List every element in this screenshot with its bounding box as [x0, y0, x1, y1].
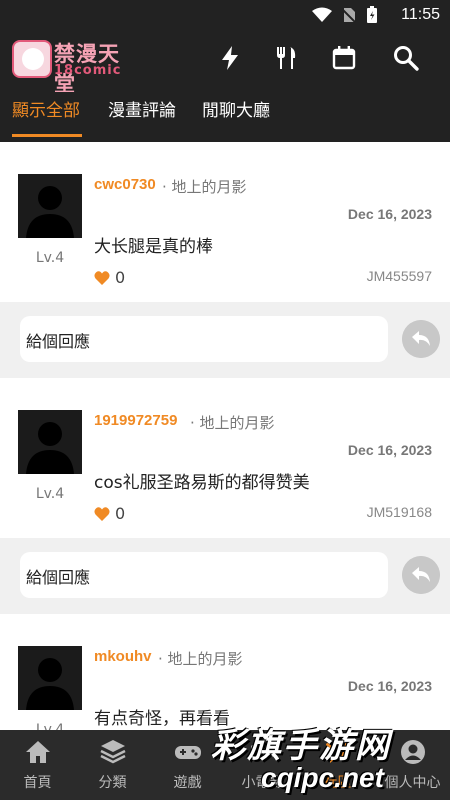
tab-comic-reviews[interactable]: 漫畫評論 — [108, 96, 176, 121]
comment-feed[interactable]: Lv.4 cwc0730 · 地上的月影 Dec 16, 2023 大长腿是真的… — [0, 142, 450, 730]
comment-card: Lv.4 mkouhv · 地上的月影 Dec 16, 2023 有点奇怪，再看… — [0, 614, 450, 730]
gamepad-icon — [175, 746, 201, 759]
user-silhouette-icon — [18, 410, 82, 474]
comment-card: Lv.4 cwc0730 · 地上的月影 Dec 16, 2023 大长腿是真的… — [0, 142, 450, 302]
comment-text: 大长腿是真的棒 — [94, 237, 213, 257]
lightning-icon[interactable] — [216, 44, 244, 72]
comment-username[interactable]: cwc0730 — [94, 176, 156, 193]
battery-icon — [367, 6, 377, 23]
nav-label: 分類 — [98, 775, 127, 791]
layers-icon — [100, 740, 126, 764]
avatar[interactable] — [18, 646, 82, 710]
status-icons — [312, 6, 378, 24]
nav-home[interactable]: 首頁 — [0, 730, 75, 800]
comment-date: Dec 16, 2023 — [347, 678, 432, 694]
watermark: 彩旗手游网 cqipc.net — [205, 718, 450, 800]
comic-id[interactable]: JM519168 — [367, 504, 432, 520]
user-level: Lv.4 — [35, 250, 65, 266]
avatar[interactable] — [18, 174, 82, 238]
home-icon — [26, 741, 50, 763]
heart-icon[interactable] — [94, 506, 110, 522]
comment-date: Dec 16, 2023 — [347, 206, 432, 222]
comment-date: Dec 16, 2023 — [347, 442, 432, 458]
tab-bar: 顯示全部 漫畫評論 閒聊大廳 — [0, 92, 450, 142]
comment-location: · 地上的月影 — [162, 178, 247, 196]
reply-arrow-icon[interactable] — [402, 320, 440, 358]
tab-show-all[interactable]: 顯示全部 — [12, 96, 80, 121]
reply-arrow-icon[interactable] — [402, 556, 440, 594]
user-level: Lv.4 — [35, 486, 65, 502]
user-level: Lv.4 — [35, 722, 65, 730]
user-silhouette-icon — [18, 174, 82, 238]
active-tab-indicator — [12, 134, 82, 137]
comment-text: cos礼服圣路易斯的都得赞美 — [94, 473, 310, 493]
status-time: 11:55 — [401, 6, 440, 23]
status-bar: 11:55 — [0, 0, 450, 32]
nav-label: 首頁 — [23, 775, 52, 791]
no-sim-icon — [342, 8, 356, 23]
comment-location: · 地上的月影 — [158, 650, 243, 668]
user-silhouette-icon — [18, 646, 82, 710]
nav-categories[interactable]: 分類 — [75, 730, 150, 800]
comment-username[interactable]: 1919972759 — [94, 412, 177, 429]
reply-input[interactable]: 給個回應 — [20, 316, 388, 362]
watermark-title: 彩旗手游网 — [211, 726, 391, 766]
app-header: 禁漫天堂 18comic — [0, 32, 450, 96]
comic-id[interactable]: JM455597 — [367, 268, 432, 284]
heart-icon[interactable] — [94, 270, 110, 286]
wifi-icon — [312, 7, 332, 22]
reply-row: 給個回應 — [0, 302, 450, 378]
avatar[interactable] — [18, 410, 82, 474]
watermark-url: cqipc.net — [261, 762, 384, 793]
logo-mascot-icon — [12, 40, 52, 78]
calendar-icon[interactable] — [330, 44, 358, 72]
logo-subtitle: 18comic — [54, 63, 122, 78]
like-count: 0 — [115, 504, 126, 523]
app-logo[interactable]: 禁漫天堂 18comic — [12, 38, 138, 96]
reply-input[interactable]: 給個回應 — [20, 552, 388, 598]
tab-chat-lobby[interactable]: 閒聊大廳 — [202, 96, 270, 121]
comment-card: Lv.4 1919972759 · 地上的月影 Dec 16, 2023 cos… — [0, 378, 450, 538]
comment-username[interactable]: mkouhv — [94, 648, 152, 665]
fork-knife-icon[interactable] — [272, 44, 300, 72]
search-icon[interactable] — [392, 44, 420, 72]
reply-row: 給個回應 — [0, 538, 450, 614]
like-count: 0 — [115, 268, 126, 287]
comment-location: · 地上的月影 — [190, 414, 275, 432]
